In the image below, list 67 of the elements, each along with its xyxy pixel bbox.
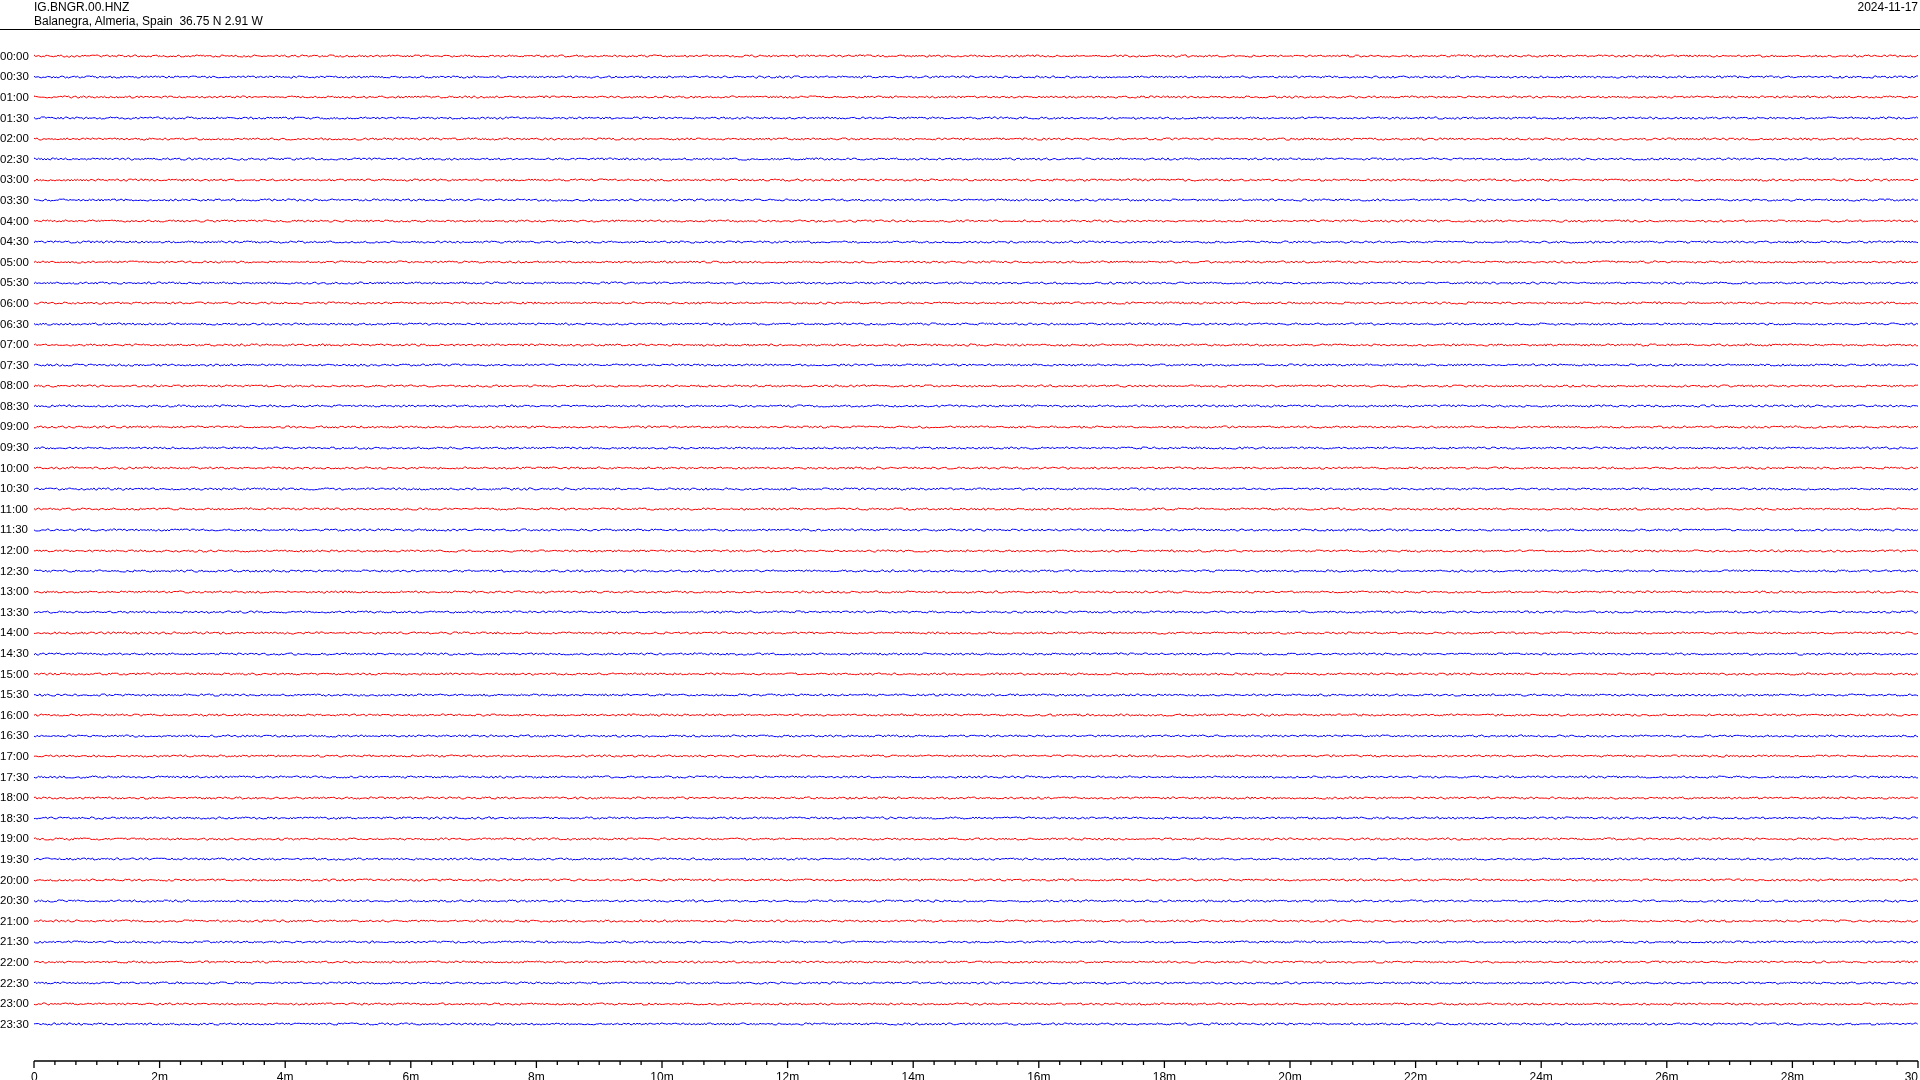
tick-label: 18m <box>1152 1069 1177 1080</box>
time-label: 17:30 <box>0 770 30 784</box>
time-label: 21:30 <box>0 935 30 949</box>
time-label: 21:00 <box>0 914 30 928</box>
tick-label: 28m <box>1780 1069 1805 1080</box>
time-label: 22:00 <box>0 955 30 969</box>
time-label: 04:00 <box>0 214 30 228</box>
time-label: 05:30 <box>0 276 30 290</box>
time-label: 07:00 <box>0 338 30 352</box>
time-label: 11:00 <box>0 502 29 516</box>
time-label: 18:30 <box>0 811 30 825</box>
time-label: 11:30 <box>0 523 29 537</box>
time-label: 08:00 <box>0 379 30 393</box>
time-label: 13:30 <box>0 605 30 619</box>
time-label: 08:30 <box>0 399 30 413</box>
time-label: 19:30 <box>0 852 30 866</box>
time-label: 04:30 <box>0 235 30 249</box>
time-label: 23:00 <box>0 997 30 1011</box>
tick-label: 24m <box>1529 1069 1553 1080</box>
time-label: 17:00 <box>0 750 30 763</box>
tick-label: 22m <box>1403 1069 1428 1080</box>
time-label: 12:30 <box>0 564 30 578</box>
tick-label: 4m <box>276 1069 294 1080</box>
time-label: 16:00 <box>0 708 30 722</box>
tick-label: 10m <box>650 1069 674 1080</box>
time-label: 23:30 <box>0 1017 30 1031</box>
time-label: 06:30 <box>0 317 30 331</box>
time-label: 09:30 <box>0 441 30 455</box>
time-label: 01:30 <box>0 111 30 125</box>
time-label: 00:30 <box>0 70 30 84</box>
time-label: 01:00 <box>0 91 30 104</box>
tick-label: 12m <box>775 1069 800 1080</box>
tick-label: 30 <box>1904 1069 1918 1080</box>
time-label: 15:30 <box>0 688 30 702</box>
time-label: 18:00 <box>0 791 30 805</box>
tick-label: 26m <box>1655 1069 1679 1080</box>
station-code: IG.BNGR.00.HNZ <box>34 0 131 14</box>
date-label: 2024-11-17 <box>1857 0 1919 16</box>
time-label: 20:30 <box>0 894 30 908</box>
tick-label: 0 <box>31 1069 38 1080</box>
station-location: Balanegra, Almeria, Spain 36.75 N 2.91 W <box>34 14 263 28</box>
tick-label: 16m <box>1027 1069 1051 1080</box>
time-label: 20:00 <box>0 873 30 887</box>
time-label: 13:00 <box>0 585 30 599</box>
time-label: 02:00 <box>0 132 30 146</box>
tick-label: 8m <box>528 1069 545 1080</box>
time-label: 19:00 <box>0 832 30 846</box>
time-label: 02:30 <box>0 152 30 166</box>
time-label: 07:30 <box>0 358 30 372</box>
time-label: 06:00 <box>0 296 30 310</box>
time-label: 10:30 <box>0 482 30 496</box>
time-label: 15:00 <box>0 667 30 681</box>
time-label: 12:00 <box>0 544 30 558</box>
time-label: 05:00 <box>0 255 30 269</box>
time-label: 03:00 <box>0 173 30 187</box>
time-label: 09:00 <box>0 420 30 434</box>
time-label: 22:30 <box>0 976 30 990</box>
time-label: 14:00 <box>0 626 30 640</box>
time-label: 03:30 <box>0 193 30 207</box>
tick-label: 14m <box>901 1069 925 1080</box>
time-label: 16:30 <box>0 729 30 743</box>
tick-label: 2m <box>151 1069 168 1080</box>
tick-label: 6m <box>402 1069 420 1080</box>
time-label: 10:00 <box>0 461 30 475</box>
time-label: 14:30 <box>0 647 30 660</box>
tick-label: 20m <box>1278 1069 1302 1080</box>
time-label: 00:00 <box>0 49 30 63</box>
